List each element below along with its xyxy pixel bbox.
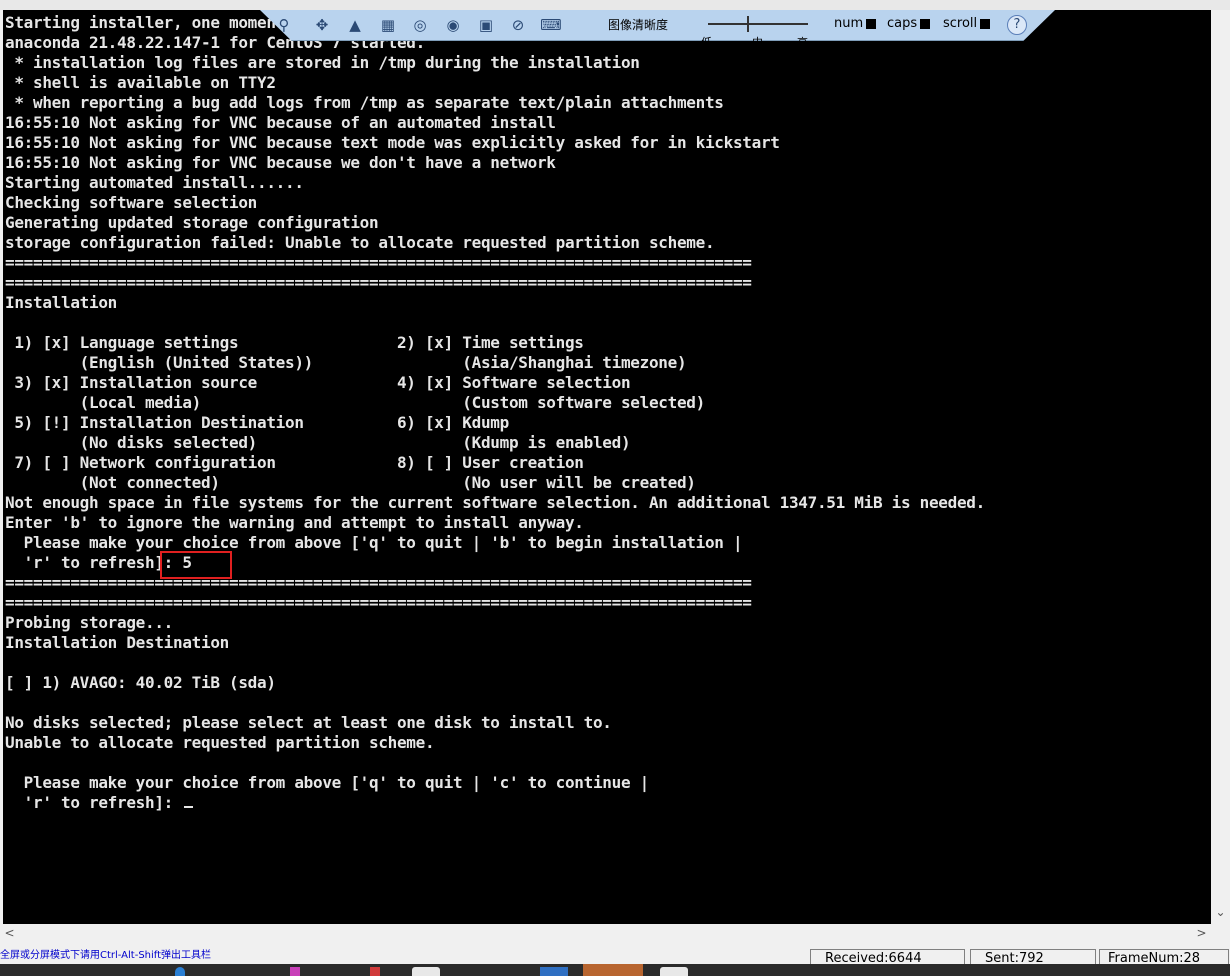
floppy-icon[interactable]: ▣ (476, 15, 496, 35)
terminal-line: ========================================… (5, 573, 752, 592)
terminal-line: Starting automated install...... (5, 173, 304, 192)
terminal-line: Not enough space in file systems for the… (5, 493, 985, 512)
terminal-line: Installation (5, 293, 117, 312)
terminal-line: 'r' to refresh]: (5, 793, 985, 813)
num-lock-box (866, 18, 877, 29)
scroll-lock-box (980, 18, 991, 29)
text-cursor (184, 806, 194, 808)
screenshot-icon[interactable]: ▦ (378, 15, 398, 35)
scroll-left-icon[interactable]: < (0, 924, 19, 943)
terminal-line: Probing storage... (5, 613, 173, 632)
terminal-line: Please make your choice from above ['q' … (5, 773, 650, 792)
terminal-line: 5) [!] Installation Destination 6) [x] K… (5, 413, 509, 432)
scroll-lock-indicator: scroll (943, 16, 991, 31)
taskbar-app-icon[interactable] (290, 967, 300, 976)
terminal-line: 'r' to refresh]: 5 (5, 553, 192, 572)
terminal-line: * when reporting a bug add logs from /tm… (5, 93, 724, 112)
terminal-line: Unable to allocate requested partition s… (5, 733, 435, 752)
terminal-line: ========================================… (5, 253, 752, 272)
help-icon[interactable]: ? (1007, 15, 1027, 35)
fit-window-icon[interactable]: ✥ (312, 15, 332, 35)
horizontal-scrollbar[interactable] (0, 924, 1211, 943)
terminal-output: Starting installer, one moment... anacond… (5, 13, 985, 813)
usb-icon[interactable]: ⊘ (508, 15, 528, 35)
image-quality-slider-thumb[interactable] (747, 16, 749, 32)
disk-icon[interactable]: ◎ (410, 15, 430, 35)
terminal-line: * shell is available on TTY2 (5, 73, 276, 92)
image-quality-slider[interactable] (708, 23, 808, 25)
terminal-line: * installation log files are stored in /… (5, 53, 640, 72)
taskbar-app-icon[interactable] (175, 967, 185, 976)
terminal-line: storage configuration failed: Unable to … (5, 233, 715, 252)
terminal-line: Enter 'b' to ignore the warning and atte… (5, 513, 584, 532)
image-quality-label: 图像清晰度 (608, 18, 669, 32)
terminal-line: 1) [x] Language settings 2) [x] Time set… (5, 333, 584, 352)
scale-icon[interactable]: ▲ (345, 15, 365, 35)
keyboard-icon[interactable]: ⌨ (540, 15, 562, 35)
terminal-line: (No disks selected) (Kdump is enabled) (5, 433, 631, 452)
terminal-line: (Local media) (Custom software selected) (5, 393, 706, 412)
terminal-line: [ ] 1) AVAGO: 40.02 TiB (sda) (5, 673, 276, 692)
scroll-down-icon[interactable]: ⌄ (1211, 903, 1230, 922)
num-lock-indicator: num (834, 16, 877, 31)
terminal-line: Installation Destination (5, 633, 229, 652)
terminal-line: 16:55:10 Not asking for VNC because of a… (5, 113, 556, 132)
scroll-lock-label: scroll (943, 16, 978, 31)
terminal-line: Please make your choice from above ['q' … (5, 533, 743, 552)
terminal-line: ========================================… (5, 593, 752, 612)
terminal-line: 7) [ ] Network configuration 8) [ ] User… (5, 453, 584, 472)
num-lock-label: num (834, 16, 864, 31)
caps-lock-box (920, 18, 931, 29)
terminal-line: 16:55:10 Not asking for VNC because text… (5, 133, 780, 152)
toolbar-hint-text: 全屏或分屏模式下请用Ctrl-Alt-Shift弹出工具栏 (0, 950, 212, 961)
terminal-line: 3) [x] Installation source 4) [x] Softwa… (5, 373, 631, 392)
terminal-line: Checking software selection (5, 193, 257, 212)
terminal-line: No disks selected; please select at leas… (5, 713, 612, 732)
taskbar-app-icon[interactable] (660, 967, 688, 976)
terminal-line: ========================================… (5, 273, 752, 292)
terminal-line: (English (United States)) (Asia/Shanghai… (5, 353, 687, 372)
taskbar-active-app[interactable] (583, 964, 643, 976)
floating-toolbar: ⚲ ✥ ▲ ▦ ◎ ◉ ▣ ⊘ ⌨ 图像清晰度 低 中 高 num caps s… (260, 10, 1055, 41)
window-top-frame (0, 0, 1230, 10)
cd-icon[interactable]: ◉ (443, 15, 463, 35)
terminal-line: (Not connected) (No user will be created… (5, 473, 696, 492)
scroll-right-icon[interactable]: > (1192, 924, 1211, 943)
caps-lock-label: caps (887, 16, 918, 31)
caps-lock-indicator: caps (887, 16, 931, 31)
vertical-scrollbar[interactable] (1211, 10, 1230, 924)
taskbar-app-icon[interactable] (412, 967, 440, 976)
remote-console-screen[interactable]: Starting installer, one moment... anacond… (3, 10, 1211, 924)
taskbar-app-icon[interactable] (540, 967, 568, 976)
terminal-line: 16:55:10 Not asking for VNC because we d… (5, 153, 556, 172)
terminal-line: Generating updated storage configuration (5, 213, 379, 232)
taskbar-app-icon[interactable] (370, 967, 380, 976)
